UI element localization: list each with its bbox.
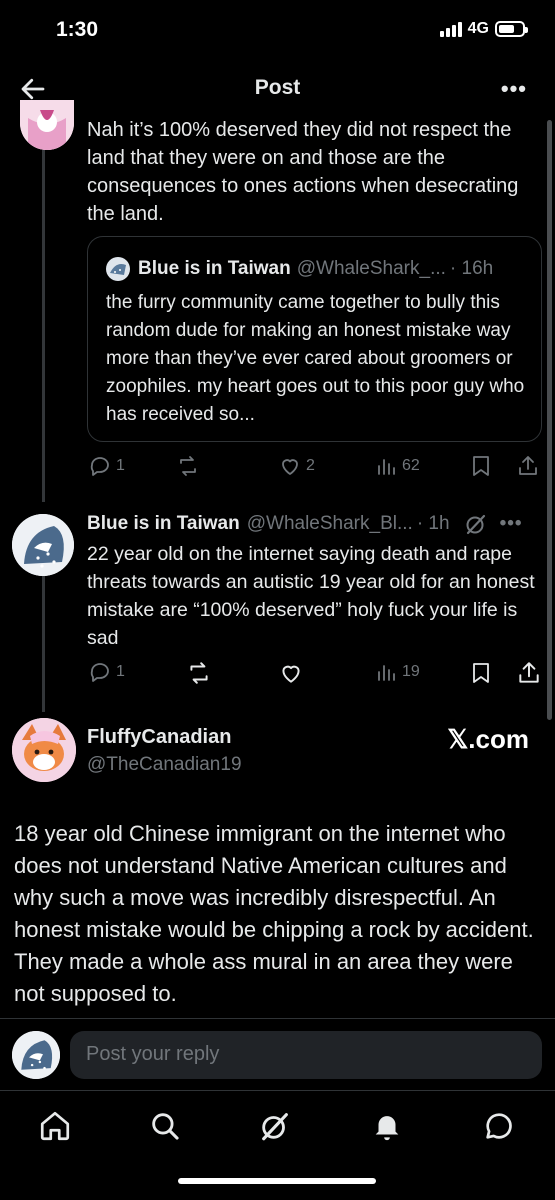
share-action[interactable] bbox=[516, 660, 542, 686]
bookmark-action[interactable] bbox=[470, 454, 492, 478]
avatar-image bbox=[20, 100, 74, 150]
quote-header: Blue is in Taiwan @WhaleShark_... · 16h bbox=[106, 257, 493, 281]
main-author-name[interactable]: FluffyCanadian bbox=[87, 726, 231, 749]
avatar-image bbox=[12, 718, 76, 782]
share-icon bbox=[519, 456, 537, 475]
reply-author-handle[interactable]: @WhaleShark_Bl... bbox=[247, 513, 413, 535]
quote-author-name[interactable]: Blue is in Taiwan bbox=[138, 258, 291, 280]
like-count: 2 bbox=[306, 457, 315, 474]
quoted-post[interactable]: Blue is in Taiwan @WhaleShark_... · 16h … bbox=[87, 236, 542, 442]
reply-action[interactable]: 1 bbox=[88, 660, 125, 684]
avatar[interactable] bbox=[12, 514, 74, 576]
tab-home[interactable] bbox=[38, 1109, 72, 1143]
reply-input[interactable]: Post your reply bbox=[70, 1031, 542, 1079]
views-icon bbox=[378, 459, 395, 475]
reply-author-name[interactable]: Blue is in Taiwan bbox=[87, 513, 240, 535]
x-brand-watermark: 𝕏.com bbox=[447, 724, 529, 754]
bookmark-icon bbox=[473, 456, 489, 476]
network-type: 4G bbox=[467, 20, 489, 37]
views-icon bbox=[378, 665, 395, 681]
avatar[interactable] bbox=[12, 718, 76, 782]
view-count: 62 bbox=[402, 457, 420, 474]
tab-messages[interactable] bbox=[482, 1109, 516, 1143]
tab-search[interactable] bbox=[148, 1109, 182, 1143]
reply-composer: Post your reply bbox=[0, 1018, 555, 1090]
view-count: 19 bbox=[402, 663, 420, 680]
grok-icon bbox=[262, 1113, 288, 1141]
reply-more-button[interactable]: ••• bbox=[500, 513, 523, 535]
main-tweet-text: 18 year old Chinese immigrant on the int… bbox=[14, 821, 534, 1006]
repost-icon bbox=[180, 456, 196, 476]
avatar[interactable] bbox=[12, 1031, 60, 1079]
avatar-image bbox=[12, 514, 74, 576]
grok-icon[interactable] bbox=[464, 512, 488, 536]
home-indicator[interactable] bbox=[178, 1178, 376, 1184]
parent-tweet-text: Nah it’s 100% deserved they did not resp… bbox=[87, 119, 519, 225]
tab-grok[interactable] bbox=[258, 1109, 292, 1143]
views-action[interactable]: 19 bbox=[374, 660, 420, 684]
like-action[interactable]: 2 bbox=[278, 454, 315, 478]
repost-action[interactable] bbox=[176, 454, 200, 478]
quote-timestamp: · 16h bbox=[449, 258, 494, 279]
share-action[interactable] bbox=[516, 454, 540, 478]
like-action[interactable] bbox=[278, 660, 304, 686]
avatar-image bbox=[12, 1031, 60, 1079]
bookmark-icon bbox=[473, 663, 489, 683]
avatar[interactable] bbox=[20, 100, 74, 150]
heart-icon bbox=[282, 665, 300, 683]
chat-bubble-icon bbox=[486, 1113, 512, 1139]
reply-action[interactable]: 1 bbox=[88, 454, 125, 478]
reply-tweet-text: 22 year old on the internet saying death… bbox=[87, 543, 535, 649]
search-icon bbox=[152, 1113, 179, 1140]
reply-header: Blue is in Taiwan @WhaleShark_Bl... · 1h… bbox=[87, 512, 523, 536]
reply-timestamp: · 1h bbox=[416, 513, 450, 534]
repost-icon bbox=[190, 662, 208, 684]
share-icon bbox=[519, 662, 539, 683]
thread-line bbox=[42, 150, 45, 502]
reply-count: 1 bbox=[116, 457, 125, 474]
signal-icon bbox=[439, 21, 462, 37]
more-options-button[interactable]: ••• bbox=[501, 76, 527, 102]
repost-action[interactable] bbox=[186, 660, 212, 686]
tab-notifications[interactable] bbox=[370, 1109, 404, 1143]
status-bar: 1:30 4G bbox=[0, 0, 555, 60]
thread-line bbox=[42, 568, 45, 712]
main-author-handle[interactable]: @TheCanadian19 bbox=[87, 754, 242, 776]
home-icon bbox=[40, 1111, 70, 1141]
quote-author-handle[interactable]: @WhaleShark_... bbox=[297, 258, 446, 280]
quote-text: the furry community came together to bul… bbox=[106, 292, 525, 425]
reply-icon bbox=[90, 457, 109, 476]
reply-count: 1 bbox=[116, 663, 125, 680]
quote-avatar[interactable] bbox=[106, 257, 130, 281]
page-title: Post bbox=[254, 76, 301, 99]
status-time: 1:30 bbox=[56, 18, 99, 41]
views-action[interactable]: 62 bbox=[374, 454, 420, 478]
status-indicators: 4G bbox=[439, 20, 528, 38]
reply-icon bbox=[90, 663, 109, 682]
bell-icon bbox=[375, 1116, 399, 1141]
battery-icon bbox=[495, 21, 528, 37]
scrollbar[interactable] bbox=[547, 120, 552, 720]
nav-header: Post ••• bbox=[0, 64, 555, 114]
heart-icon bbox=[282, 459, 298, 475]
bookmark-action[interactable] bbox=[470, 660, 492, 686]
